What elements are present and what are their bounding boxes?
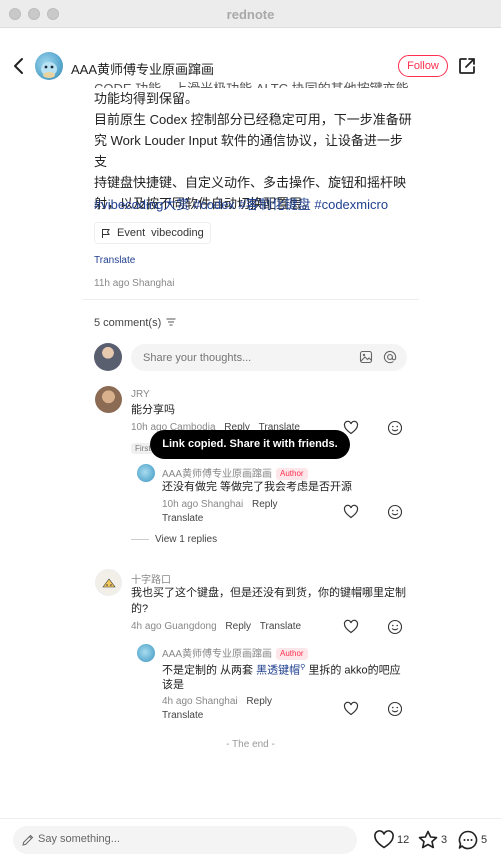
post-hashtags[interactable]: #vibecoding大赏 #codex #客制化键盘 #codexmicro	[94, 194, 388, 213]
reply-text-post: 里拆的 akko的吧应	[305, 664, 401, 677]
say-something-placeholder: Say something...	[38, 833, 120, 845]
stars-count: 3	[441, 834, 448, 846]
author-name[interactable]: AAA黄师傅专业原画蹿画	[71, 59, 214, 78]
commenter-name[interactable]: JRY	[131, 389, 150, 400]
comments-count-bottom: 5	[481, 834, 488, 846]
reply-author-avatar[interactable]	[137, 464, 155, 482]
comments-count[interactable]: 5 comment(s)	[94, 317, 176, 329]
likes-count: 12	[397, 834, 410, 846]
like-heart-icon[interactable]	[343, 701, 359, 717]
post-line: 目前原生 Codex 控制部分已经稳定可用，下一步准备研	[94, 112, 412, 127]
reply-time-location: 10h ago Shanghai	[162, 499, 244, 510]
reply-button[interactable]: Reply	[252, 499, 278, 510]
post-line: 功能均得到保留。	[94, 91, 199, 106]
translate-button[interactable]: Translate	[162, 710, 203, 721]
divider	[0, 818, 501, 819]
post-clipped-line: CODE 功能，上滑光极功能 ALTC 协同的其他按键亦能	[94, 78, 409, 88]
my-avatar	[94, 343, 122, 371]
post-line: 持键盘快捷键、自定义动作、多击操作、旋钮和摇杆映	[94, 175, 407, 190]
reply-meta: 4h ago Shanghai Reply	[162, 696, 272, 707]
share-icon[interactable]	[457, 56, 477, 76]
event-label: Event	[117, 227, 146, 239]
window-titlebar: rednote	[0, 0, 501, 28]
react-smile-icon[interactable]	[387, 701, 403, 717]
reply-text-pre: 不是定制的 从两套	[162, 664, 257, 677]
reply-button[interactable]: Reply	[225, 621, 251, 632]
reply-button[interactable]: Reply	[246, 696, 272, 707]
follow-button[interactable]: Follow	[398, 55, 448, 77]
comment-meta: 4h ago Guangdong Reply Translate	[131, 621, 301, 632]
translate-button[interactable]: Translate	[162, 513, 203, 524]
reply-author-name[interactable]: AAA黄师傅专业原画蹿画 Author	[162, 465, 308, 480]
react-smile-icon[interactable]	[387, 504, 403, 520]
reply-author-avatar[interactable]	[137, 644, 155, 662]
commenter-avatar[interactable]	[95, 386, 122, 413]
comment-text-line: 的?	[131, 603, 149, 615]
back-arrow-icon[interactable]	[10, 56, 28, 76]
toast-message: Link copied. Share it with friends.	[150, 430, 350, 459]
view-replies-button[interactable]: View 1 replies	[131, 534, 217, 545]
reply-text: 不是定制的 从两套 黑透键帽⚲ 里拆的 akko的吧应	[162, 659, 401, 680]
commenter-avatar[interactable]	[95, 569, 122, 596]
author-avatar[interactable]	[35, 52, 63, 80]
post-meta: 11h ago Shanghai	[94, 278, 175, 289]
event-chip[interactable]: Event vibecoding	[94, 222, 211, 244]
reply-meta: 10h ago Shanghai Reply	[162, 499, 278, 510]
mention-icon[interactable]	[383, 350, 397, 364]
divider	[82, 299, 419, 300]
flag-icon	[102, 228, 110, 238]
like-heart-icon[interactable]	[343, 619, 359, 635]
post-line: 究 Work Louder Input 软件的通信协议，让设备进一步支	[94, 133, 403, 169]
pencil-icon	[22, 834, 34, 846]
say-something-input[interactable]: Say something...	[13, 826, 357, 854]
comment-text-line: 我也买了这个键盘，但是还没有到货，你的键帽哪里定制	[131, 587, 406, 599]
reply-text: 还没有做完 等做完了我会考虑是否开源	[162, 481, 353, 493]
comment-text: 能分享吗	[131, 404, 175, 416]
event-value: vibecoding	[151, 227, 204, 239]
reply-text-line: 该是	[162, 679, 184, 691]
commenter-name[interactable]: 十字路口	[131, 571, 171, 586]
comment-time-location: 4h ago Guangdong	[131, 621, 217, 632]
end-of-comments-label: - The end -	[226, 739, 275, 750]
reply-time-location: 4h ago Shanghai	[162, 696, 238, 707]
image-icon[interactable]	[359, 350, 373, 364]
react-smile-icon[interactable]	[387, 420, 403, 436]
comment-bubble-icon[interactable]	[457, 829, 479, 851]
like-heart-icon[interactable]	[343, 504, 359, 520]
comments-count-label: 5 comment(s)	[94, 317, 162, 329]
react-smile-icon[interactable]	[387, 619, 403, 635]
translate-button[interactable]: Translate	[260, 621, 301, 632]
product-link[interactable]: 黑透键帽	[256, 665, 300, 677]
reply-author-name[interactable]: AAA黄师傅专业原画蹿画 Author	[162, 645, 308, 660]
post-translate-link[interactable]: Translate	[94, 255, 135, 266]
like-heart-icon[interactable]	[373, 829, 395, 851]
window-title: rednote	[226, 7, 275, 22]
star-icon[interactable]	[417, 829, 439, 851]
sort-icon[interactable]	[166, 318, 176, 326]
